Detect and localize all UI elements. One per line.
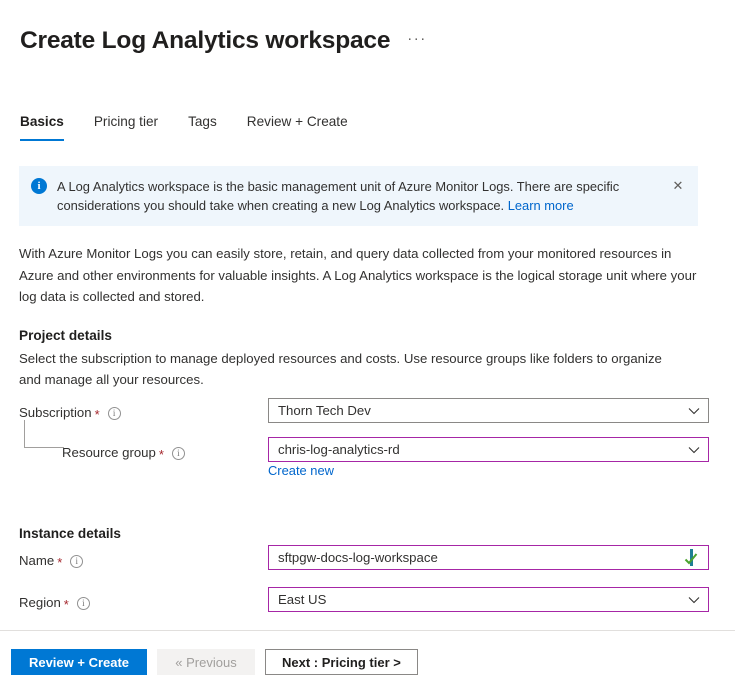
name-label-text: Name bbox=[19, 553, 55, 568]
region-value: East US bbox=[278, 591, 327, 607]
next-pricing-tier-button[interactable]: Next : Pricing tier > bbox=[265, 649, 418, 675]
previous-button: « Previous bbox=[157, 649, 255, 675]
required-asterisk: * bbox=[63, 596, 69, 612]
field-tree-connector bbox=[24, 420, 64, 448]
region-label-text: Region bbox=[19, 595, 61, 610]
info-banner: i A Log Analytics workspace is the basic… bbox=[19, 166, 698, 226]
region-dropdown[interactable]: East US bbox=[268, 587, 709, 612]
title-row: Create Log Analytics workspace ··· bbox=[20, 26, 430, 56]
tab-bar: Basics Pricing tier Tags Review + Create bbox=[18, 112, 363, 141]
tab-pricing-tier[interactable]: Pricing tier bbox=[79, 112, 173, 141]
close-icon[interactable]: ✕ bbox=[668, 176, 688, 196]
page-title: Create Log Analytics workspace bbox=[20, 27, 391, 54]
resource-group-value: chris-log-analytics-rd bbox=[278, 441, 400, 457]
subscription-value: Thorn Tech Dev bbox=[278, 402, 371, 418]
review-create-button[interactable]: Review + Create bbox=[11, 649, 147, 675]
tab-tags[interactable]: Tags bbox=[173, 112, 232, 141]
blade-description: With Azure Monitor Logs you can easily s… bbox=[19, 246, 697, 304]
create-new-resource-group-link[interactable]: Create new bbox=[268, 462, 334, 480]
subscription-info-icon[interactable]: i bbox=[107, 406, 121, 420]
info-banner-text: A Log Analytics workspace is the basic m… bbox=[57, 177, 668, 215]
project-details-subtext: Select the subscription to manage deploy… bbox=[19, 351, 662, 387]
required-asterisk: * bbox=[94, 406, 100, 422]
name-label: Name * i bbox=[19, 551, 84, 571]
learn-more-link[interactable]: Learn more bbox=[508, 198, 574, 213]
resource-group-label-text: Resource group bbox=[62, 445, 156, 460]
name-info-icon[interactable]: i bbox=[70, 554, 84, 568]
subscription-dropdown[interactable]: Thorn Tech Dev bbox=[268, 398, 709, 423]
validation-check-icon bbox=[684, 548, 700, 567]
name-input[interactable]: sftpgw-docs-log-workspace bbox=[268, 545, 709, 570]
instance-details-heading: Instance details bbox=[19, 526, 121, 541]
resource-group-info-icon[interactable]: i bbox=[171, 446, 185, 460]
chevron-down-icon bbox=[688, 444, 700, 456]
chevron-down-icon bbox=[688, 594, 700, 606]
region-label: Region * i bbox=[19, 593, 90, 613]
footer-actions: Review + Create « Previous Next : Pricin… bbox=[11, 649, 418, 675]
resource-group-dropdown[interactable]: chris-log-analytics-rd bbox=[268, 437, 709, 462]
required-asterisk: * bbox=[158, 446, 164, 462]
create-log-analytics-workspace-blade: Create Log Analytics workspace ··· Basic… bbox=[0, 0, 735, 684]
project-details-heading: Project details bbox=[19, 328, 112, 343]
region-info-icon[interactable]: i bbox=[76, 596, 90, 610]
tab-basics[interactable]: Basics bbox=[18, 112, 79, 141]
required-asterisk: * bbox=[57, 554, 63, 570]
footer-divider bbox=[0, 630, 735, 631]
check-icon bbox=[684, 552, 698, 566]
resource-group-label: Resource group * i bbox=[62, 443, 185, 463]
name-value: sftpgw-docs-log-workspace bbox=[278, 549, 438, 565]
chevron-down-icon bbox=[688, 405, 700, 417]
tab-review-create[interactable]: Review + Create bbox=[232, 112, 363, 141]
more-options-icon[interactable]: ··· bbox=[404, 30, 430, 53]
info-icon: i bbox=[31, 178, 47, 194]
